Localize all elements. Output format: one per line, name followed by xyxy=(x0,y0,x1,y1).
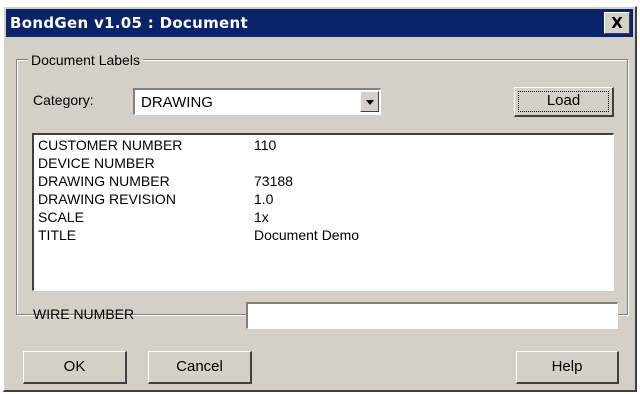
list-item-key: CUSTOMER NUMBER xyxy=(38,137,183,153)
list-item-key: DEVICE NUMBER xyxy=(38,155,155,171)
list-item-key: TITLE xyxy=(38,227,77,243)
help-button[interactable]: Help xyxy=(516,351,619,384)
list-item-value: 110 xyxy=(254,137,277,153)
category-select[interactable]: DRAWING xyxy=(133,88,381,115)
help-button-label: Help xyxy=(551,358,583,375)
list-item-key: DRAWING NUMBER xyxy=(38,173,170,189)
chevron-down-icon[interactable] xyxy=(360,91,379,112)
list-item-value: 1x xyxy=(254,209,269,225)
wire-number-label: WIRE NUMBER xyxy=(33,306,135,322)
list-item-value: 73188 xyxy=(254,173,293,189)
list-item-value: 1.0 xyxy=(254,191,274,207)
close-icon: X xyxy=(611,14,623,32)
list-item-value: Document Demo xyxy=(254,227,360,243)
category-label: Category: xyxy=(33,92,94,108)
ok-button[interactable]: OK xyxy=(23,351,127,384)
close-button[interactable]: X xyxy=(604,12,630,34)
window-title: BondGen v1.05 : Document xyxy=(10,14,248,32)
cancel-button-label: Cancel xyxy=(176,358,223,375)
cancel-button[interactable]: Cancel xyxy=(148,351,252,384)
category-selected-value: DRAWING xyxy=(141,94,213,111)
ok-button-label: OK xyxy=(63,358,86,375)
focus-rectangle xyxy=(518,91,609,112)
load-button[interactable]: Load xyxy=(514,87,614,117)
list-item-key: SCALE xyxy=(38,209,84,225)
group-legend: Document Labels xyxy=(28,52,143,68)
title-bar[interactable]: BondGen v1.05 : Document X xyxy=(6,9,633,37)
list-item-key: DRAWING REVISION xyxy=(38,191,176,207)
wire-number-input[interactable] xyxy=(246,302,618,329)
document-labels-list[interactable]: CUSTOMER NUMBER 110 DEVICE NUMBER DRAWIN… xyxy=(32,133,614,291)
